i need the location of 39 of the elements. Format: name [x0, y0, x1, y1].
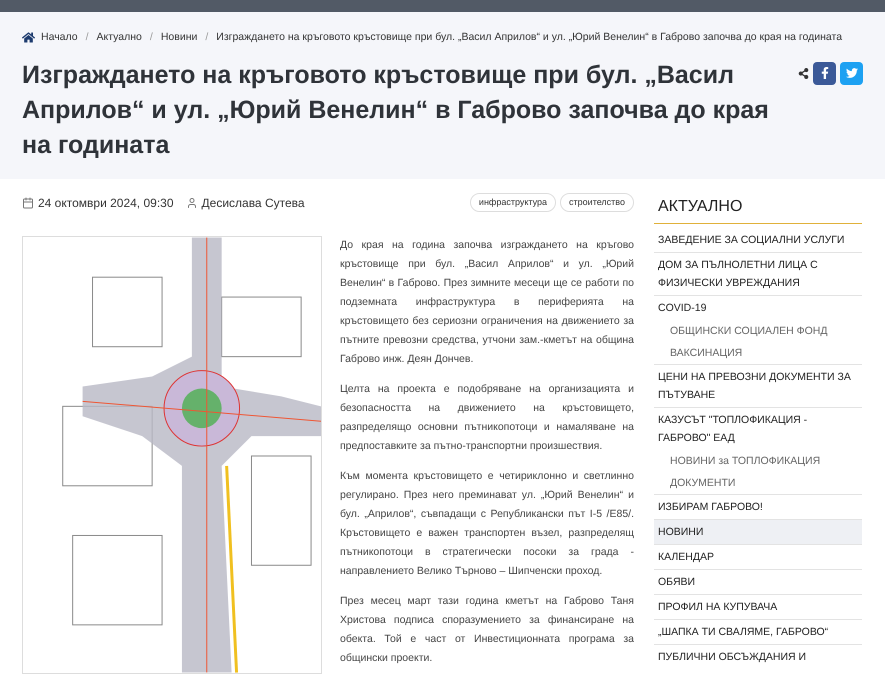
article-date: 24 октомври 2024, 09:30 [38, 194, 174, 212]
sidebar-item[interactable]: НОВИНИ за ТОПЛОФИКАЦИЯ [654, 450, 862, 472]
tag-chip[interactable]: строителство [560, 192, 634, 212]
breadcrumb-separator: / [86, 30, 89, 45]
article-author: Десислава Сутева [202, 194, 305, 212]
tag-chip[interactable]: инфраструктура [470, 192, 556, 212]
sidebar-item[interactable]: ДОКУМЕНТИ [654, 472, 862, 494]
breadcrumb-current: Изграждането на кръговото кръстовище при бул. „Васил Априлов“ и ул. „Юрий Венелин“ в Габрово започва до края на годината [216, 30, 842, 45]
sidebar-item[interactable]: ПУБЛИЧНИ ОБСЪЖДАНИЯ И [654, 644, 862, 669]
twitter-button[interactable] [840, 62, 863, 85]
article-title: Изграждането на кръговото кръстовище при бул. „Васил Априлов“ и ул. „Юрий Венелин“ в Габрово започва до края на годината [22, 60, 770, 161]
sidebar-item[interactable]: КАЗУСЪТ "ТОПЛОФИКАЦИЯ - ГАБРОВО" ЕАД [654, 406, 862, 450]
sidebar-item[interactable]: ОБЯВИ [654, 568, 862, 594]
breadcrumb-link[interactable]: Актуално [96, 30, 142, 46]
article-paragraph: Към момента кръстовището е четириклонно и светлинно регулирано. През него преминават ул. „Юрий Венелин“ и бул. „Априлов“, съвпадащи с Републикански път I-5 /E85/. Кръстовището е важен транспортен възел, разпределящ пътникопотоци в стратегически посоки за града - направлението Велико Търново – Шипченски проход. [340, 469, 634, 580]
share-icon[interactable] [798, 68, 809, 79]
sidebar-item[interactable]: ВАКСИНАЦИЯ [654, 342, 862, 364]
breadcrumb-separator: / [205, 30, 208, 45]
sidebar-item[interactable]: НОВИНИ [654, 518, 862, 544]
sidebar-item[interactable]: ЗАВЕДЕНИЕ ЗА СОЦИАЛНИ УСЛУГИ [654, 228, 862, 252]
sidebar-item[interactable]: ОБЩИНСКИ СОЦИАЛЕН ФОНД [654, 320, 862, 342]
sidebar-item[interactable]: ПРОФИЛ НА КУПУВАЧА [654, 594, 862, 619]
article-paragraph: През месец март тази година кметът на Габрово Таня Христова подписа споразумението за финансиране на обекта. Той е част от Инвестиционната програма за общински проекти. [340, 594, 634, 666]
breadcrumb-link[interactable]: Начало [41, 30, 78, 46]
user-icon [186, 196, 198, 208]
sidebar-title: АКТУАЛНО [654, 194, 862, 224]
breadcrumb-separator: / [150, 30, 153, 45]
sidebar-item[interactable]: COVID-19 [654, 294, 862, 320]
sidebar-item[interactable]: ДОМ ЗА ПЪЛНОЛЕТНИ ЛИЦА С ФИЗИЧЕСКИ УВРЕЖДАНИЯ [654, 252, 862, 295]
breadcrumb-link[interactable]: Новини [160, 30, 198, 46]
sidebar-item[interactable]: „ШАПКА ТИ СВАЛЯМЕ, ГАБРОВО“ [654, 618, 862, 644]
facebook-button[interactable] [813, 62, 836, 85]
article-paragraph: До края на година започва изграждането на кръгово кръстовище при бул. „Васил Априлов“ и ул. „Юрий Венелин“ в Габрово. През зимните месеци ще се работи по подземната инфраструктура в периферията на кръстовището без сериозни ограничения на движението за пътните превозни средства, утчони зам.-кметът на община Габрово инж. Деян Дончев. [340, 238, 634, 368]
calendar-icon [22, 196, 34, 208]
sidebar-item[interactable]: КАЛЕНДАР [654, 544, 862, 569]
home-icon [22, 31, 35, 44]
article-paragraph: Целта на проекта е подобряване на организацията и безопасността на движението на кръстовището, разпределящо основни пътникопотоци и намаляване на предпоставките за пътно-транспортни произшествия. [340, 382, 634, 454]
twitter-icon [846, 67, 858, 80]
sidebar-item[interactable]: ЦЕНИ НА ПРЕВОЗНИ ДОКУМЕНТИ ЗА ПЪТУВАНЕ [654, 364, 862, 407]
